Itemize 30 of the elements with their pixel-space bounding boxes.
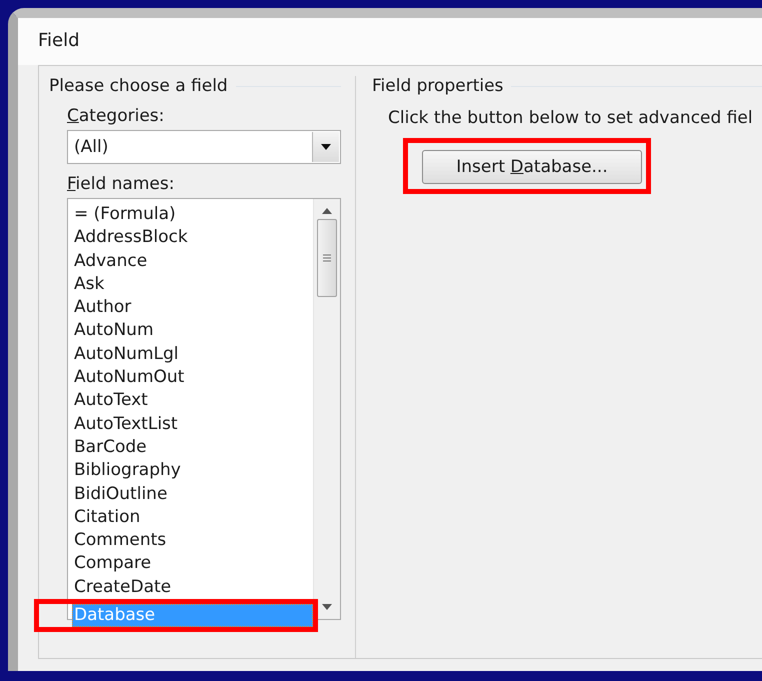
list-item[interactable]: = (Formula)	[72, 203, 312, 226]
list-item[interactable]: Author	[72, 296, 312, 320]
window-title: Field	[38, 30, 80, 51]
list-item[interactable]: Advance	[72, 250, 312, 273]
list-item[interactable]: AutoNum	[72, 319, 312, 343]
list-item[interactable]: Ask	[72, 272, 312, 296]
list-item[interactable]: AutoTextList	[72, 412, 312, 436]
scrollbar[interactable]	[313, 199, 340, 619]
insert-database-button[interactable]: Insert Database...	[422, 150, 642, 184]
list-item[interactable]: Bibliography	[72, 459, 312, 483]
field-names-label: Field names:	[67, 174, 176, 194]
list-item[interactable]: BarCode	[72, 436, 312, 460]
list-item[interactable]: AutoNumOut	[72, 366, 312, 390]
categories-label: Categories:	[67, 106, 166, 126]
dropdown-arrow-icon	[321, 144, 331, 150]
categories-dropdown[interactable]: (All)	[67, 130, 341, 164]
list-item[interactable]: CreateDate	[72, 576, 312, 600]
list-item[interactable]: Compare	[72, 552, 312, 576]
group-title: Field properties	[372, 76, 504, 96]
scroll-down-icon[interactable]	[322, 604, 332, 610]
hint-text: Click the button below to set advanced fiel	[388, 108, 754, 128]
scroll-thumb[interactable]	[317, 219, 337, 297]
list-item[interactable]: Comments	[72, 529, 312, 552]
list-item[interactable]: AddressBlock	[72, 226, 312, 250]
list-item[interactable]: Citation	[72, 506, 312, 530]
list-item[interactable]: BidiOutline	[72, 482, 312, 506]
list-item[interactable]: AutoText	[72, 389, 312, 413]
group-title: Please choose a field	[49, 76, 228, 96]
list-item[interactable]: AutoNumLgl	[72, 342, 312, 366]
scroll-up-icon[interactable]	[322, 208, 332, 214]
